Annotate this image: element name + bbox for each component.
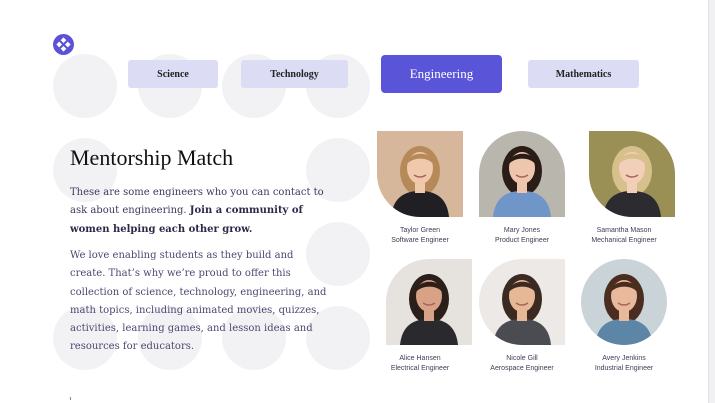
tab-technology[interactable]: Technology [241,60,348,88]
mentor-name: Mary Jones [503,227,541,234]
mentor-caption: Taylor Green Software Engineer [365,226,475,245]
tab-engineering[interactable]: Engineering [381,55,502,93]
body-paragraph: We love enabling students as they build … [70,250,327,353]
bg-circle [53,54,117,118]
divider-mark [70,397,71,400]
brand-logo-icon[interactable] [53,34,74,55]
mentor-role: Industrial Engineer [594,364,654,372]
mentor-photo[interactable] [479,259,565,345]
mentor-role: Aerospace Engineer [490,364,554,372]
mentor-caption: Nicole Gill Aerospace Engineer [467,354,577,373]
mentor-name: Samantha Mason [596,227,652,234]
mentor-caption: Alice Hansen Electrical Engineer [365,354,475,373]
tab-science[interactable]: Science [128,60,218,88]
portrait-illustration [589,131,675,217]
mentor-role: Product Engineer [494,236,550,244]
portrait-illustration [581,259,667,345]
mentor-photo[interactable] [377,131,463,217]
slide-canvas: Science Technology Engineering Mathemati… [0,0,715,403]
page-title: Mentorship Match [70,145,234,170]
mentor-photo[interactable] [581,259,667,345]
portrait-illustration [479,259,565,345]
mentor-name: Nicole Gill [506,355,538,362]
intro-paragraph: These are some engineers who you can con… [70,184,328,239]
mentor-photo[interactable] [589,131,675,217]
mentor-caption: Avery Jenkins Industrial Engineer [569,354,679,373]
portrait-illustration [479,131,565,217]
mentor-role: Mechanical Engineer [591,236,657,244]
mentor-photo[interactable] [479,131,565,217]
portrait-illustration [377,131,463,217]
mentor-name: Avery Jenkins [602,355,646,362]
tab-mathematics[interactable]: Mathematics [528,60,639,88]
mentor-photo[interactable] [386,259,472,345]
mentor-name: Taylor Green [399,227,441,234]
mentor-caption: Samantha Mason Mechanical Engineer [569,226,679,245]
window-edge [708,0,715,403]
mentor-caption: Mary Jones Product Engineer [467,226,577,245]
mentor-role: Software Engineer [391,236,449,244]
portrait-illustration [386,259,472,345]
mentor-role: Electrical Engineer [390,364,450,372]
mentor-name: Alice Hansen [399,355,441,362]
